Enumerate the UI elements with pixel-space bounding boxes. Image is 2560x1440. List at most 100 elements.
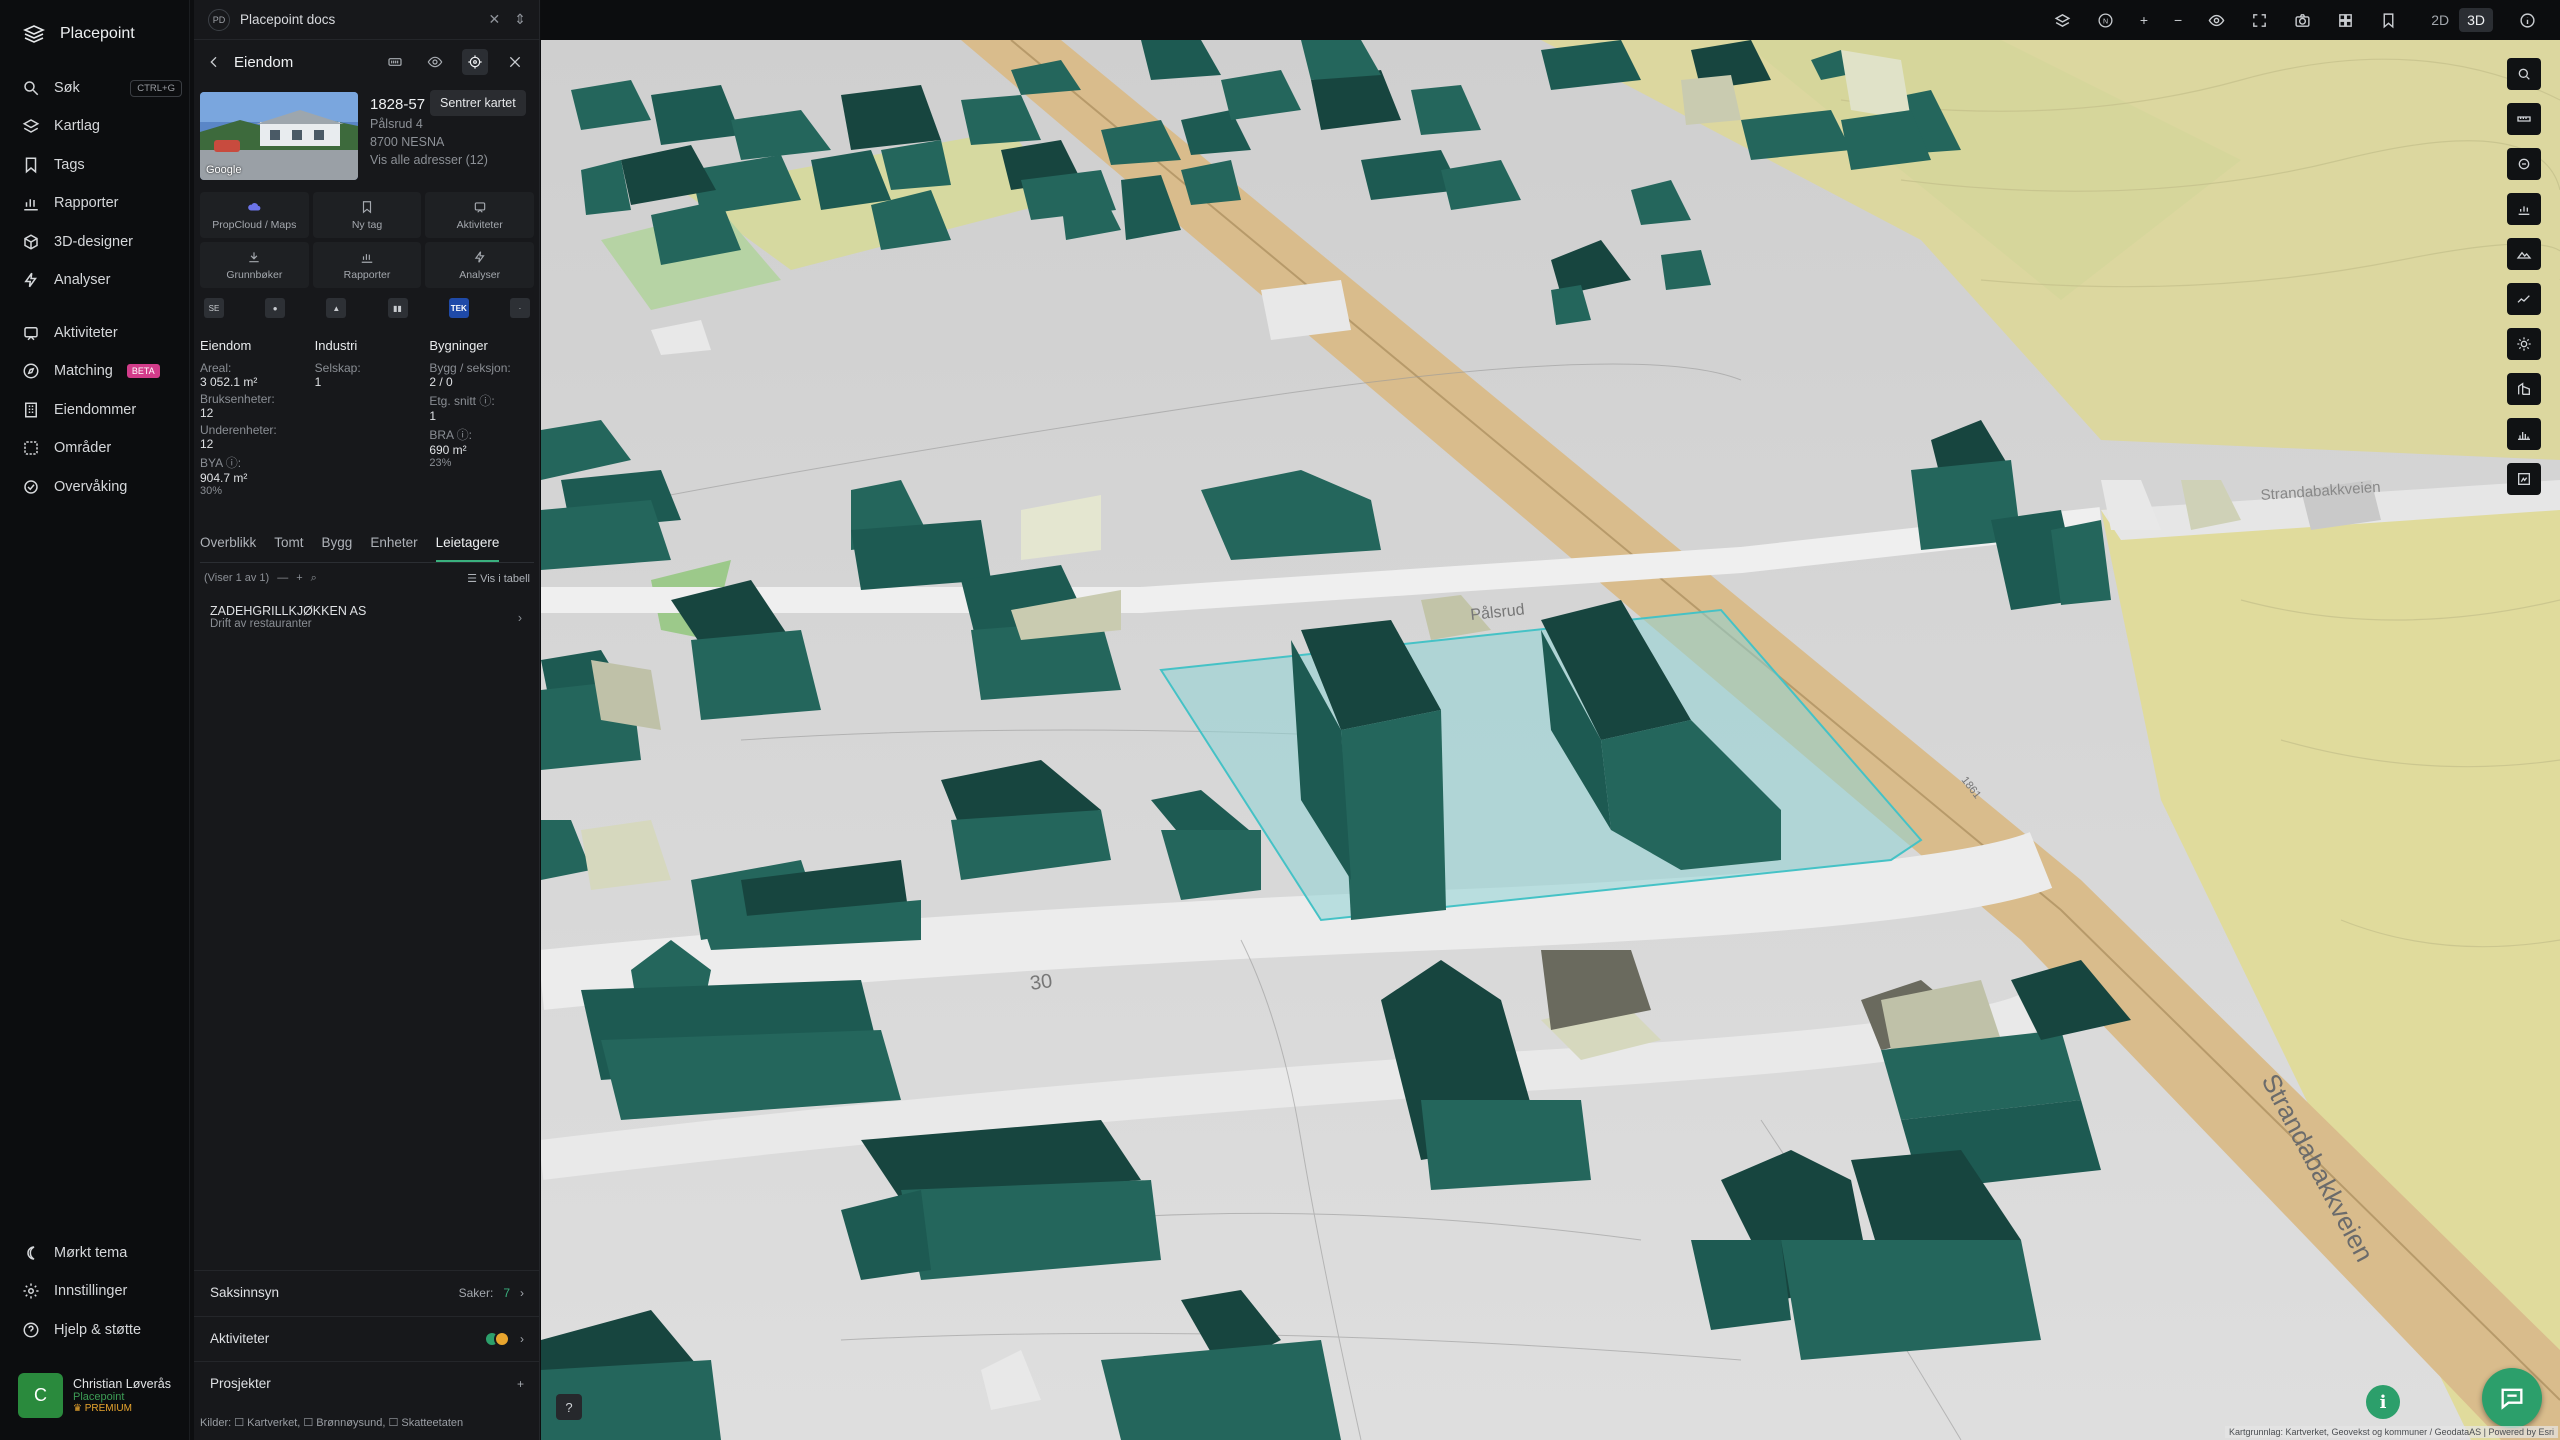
show-in-table-link[interactable]: ☰ Vis i tabell [467,572,530,585]
eye-icon[interactable] [422,49,448,75]
tab-plot[interactable]: Tomt [274,535,303,562]
fact-label: Bygg / seksjon: [429,361,511,375]
register-more-icon[interactable]: · [509,298,530,318]
nav-item-dark-theme[interactable]: Mørkt tema [22,1239,182,1267]
svg-text:N: N [2103,17,2108,25]
nav-item-reports[interactable]: Rapporter [22,189,182,217]
tenant-count: (Viser 1 av 1) [204,572,270,584]
streetview-photo[interactable]: Google [200,92,358,180]
nav-item-3d-designer[interactable]: 3D-designer [22,228,182,256]
terrain-icon[interactable] [2507,418,2541,450]
tile-land-registry[interactable]: Grunnbøker [200,242,309,288]
section-projects[interactable]: Prosjekter + [194,1361,540,1405]
statistics-icon[interactable] [2507,193,2541,225]
nav-item-areas[interactable]: Områder [22,434,182,462]
action-tiles: PropCloud / Maps Ny tag Aktiviteter Grun… [200,192,534,288]
register-icon[interactable] [382,49,408,75]
user-card[interactable]: C Christian Løverås Placepoint ♛ PREMIUM [18,1371,180,1419]
nav-item-layers[interactable]: Kartlag [22,112,182,140]
map-3d-view[interactable]: Pålsrud Strandabakkveien Strandabakkveie… [541,40,2560,1440]
section-label: Aktiviteter [210,1331,270,1346]
register-globe-icon[interactable]: ● [265,298,286,318]
layers-stack-icon[interactable] [2054,12,2071,29]
grid-icon[interactable] [2337,12,2354,29]
tab-units[interactable]: Enheter [370,535,417,562]
add-project-icon[interactable]: + [517,1377,524,1391]
fullscreen-icon[interactable] [2251,12,2268,29]
zoom-in-icon[interactable]: + [2140,12,2148,28]
all-addresses-link[interactable]: Vis alle adresser (12) [370,153,536,167]
close-icon[interactable]: ✕ [489,11,501,28]
tile-analyses[interactable]: Analyser [425,242,534,288]
nav-item-properties[interactable]: Eiendommer [22,396,182,424]
eye-icon[interactable] [2208,12,2225,29]
nav-item-activities[interactable]: Aktiviteter [22,319,182,347]
tab-tenants[interactable]: Leietagere [435,535,500,562]
table-link-label: Vis i tabell [480,572,530,585]
compass-icon[interactable]: N [2097,12,2114,29]
section-case-access[interactable]: Saksinnsyn Saker: 7 › [194,1270,540,1314]
camera-icon[interactable] [2294,12,2311,29]
view-3d-button[interactable]: 3D [2459,8,2493,32]
close-panel-icon[interactable] [502,49,528,75]
register-bars-icon[interactable]: ▮▮ [387,298,408,318]
nav-item-matching[interactable]: Matching BETA [22,357,182,385]
tab-overview[interactable]: Overblikk [200,535,256,562]
property-facts: Eiendom Areal: 3 052.1 m² Bruksenheter: … [200,338,534,497]
nav-label: Overvåking [54,479,128,495]
zoom-out-icon[interactable]: − [2174,12,2182,28]
nav-item-tags[interactable]: Tags [22,151,182,179]
register-tek-icon[interactable]: TEK [448,298,469,318]
nav-item-analyses[interactable]: Analyser [22,266,182,294]
back-icon[interactable] [206,54,222,70]
measure-icon[interactable] [2507,103,2541,135]
tier-label: PREMIUM [84,1402,132,1414]
area-icon [24,441,38,455]
sun-icon[interactable] [2507,328,2541,360]
moon-icon [27,1246,35,1260]
profile-icon[interactable] [2507,283,2541,315]
sketch-icon[interactable] [2507,463,2541,495]
watch-icon [24,480,38,494]
bookmark-icon[interactable] [2380,12,2397,29]
chat-button[interactable] [2482,1368,2542,1428]
fact-value: 1 [429,409,437,423]
compass-icon [23,363,39,379]
search-icon[interactable]: ⌕ [311,572,317,585]
info-button[interactable]: i [2366,1385,2400,1419]
user-name: Christian Løverås [73,1376,171,1391]
nav-item-settings[interactable]: Innstillinger [22,1277,182,1305]
collapse-icon[interactable]: — [277,572,288,584]
register-tree-icon[interactable]: ▲ [326,298,347,318]
workspace-title[interactable]: Placepoint docs [240,12,335,27]
building-analysis-icon[interactable] [2507,373,2541,405]
nav-label: Mørkt tema [54,1245,128,1261]
visibility-icon[interactable] [2507,148,2541,180]
tile-activities[interactable]: Aktiviteter [425,192,534,238]
layers-icon [22,119,40,133]
nav-item-monitoring[interactable]: Overvåking [22,473,182,501]
chevron-right-icon: › [520,1285,524,1300]
nav-item-search[interactable]: Søk CTRL+G [22,74,182,102]
elevation-icon[interactable] [2507,238,2541,270]
cases-label: Saker: [458,1285,494,1300]
info-circle-icon[interactable] [2519,12,2536,29]
expand-icon[interactable]: ⇕ [514,11,526,28]
tile-reports[interactable]: Rapporter [312,242,422,288]
tile-new-tag[interactable]: Ny tag [312,192,422,238]
tile-propcloud[interactable]: PropCloud / Maps [200,192,309,238]
tab-building[interactable]: Bygg [322,535,353,562]
layer-search-icon[interactable] [2507,58,2541,90]
map-help-button[interactable]: ? [556,1394,582,1420]
register-se-icon[interactable]: SE [204,298,224,318]
nav-item-help[interactable]: Hjelp & støtte [22,1316,182,1344]
gear-icon [23,1283,39,1299]
view-2d-button[interactable]: 2D [2423,8,2457,32]
add-icon[interactable]: + [296,572,302,584]
brand[interactable]: Placepoint [22,20,135,48]
section-activities[interactable]: Aktiviteter › [194,1316,540,1360]
user-tier: ♛ PREMIUM [73,1402,132,1414]
center-map-icon[interactable] [462,49,488,75]
tenant-row[interactable]: ZADEHGRILLKJØKKEN AS Drift av restaurant… [200,598,534,640]
map-scene[interactable]: Pålsrud Strandabakkveien Strandabakkveie… [541,40,2560,1440]
